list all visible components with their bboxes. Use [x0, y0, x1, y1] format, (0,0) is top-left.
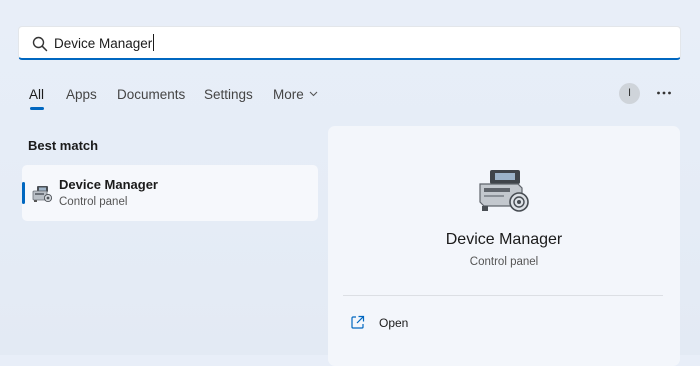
- ellipsis-icon[interactable]: [655, 84, 673, 102]
- result-subtitle: Control panel: [59, 196, 128, 208]
- tab-more[interactable]: More: [273, 87, 318, 102]
- search-input[interactable]: Device Manager: [54, 34, 155, 54]
- preview-subtitle: Control panel: [469, 256, 539, 268]
- best-match-result[interactable]: Device Manager Control panel: [22, 165, 318, 221]
- open-external-icon: [351, 315, 365, 329]
- active-tab-indicator: [30, 107, 44, 110]
- tab-apps[interactable]: Apps: [66, 87, 97, 102]
- result-title: Device Manager: [59, 177, 158, 192]
- open-action-label: Open: [379, 316, 409, 330]
- best-match-heading: Best match: [28, 138, 99, 153]
- account-avatar[interactable]: I: [619, 83, 640, 104]
- tab-documents[interactable]: Documents: [117, 87, 185, 102]
- selection-indicator: [22, 182, 25, 204]
- preview-title: Device Manager: [445, 231, 563, 248]
- tab-more-label: More: [273, 87, 304, 102]
- preview-pane: Device Manager Control panel Open: [328, 126, 680, 366]
- tab-all[interactable]: All: [29, 87, 44, 102]
- text-caret: [153, 34, 155, 51]
- search-icon: [32, 36, 48, 52]
- device-manager-large-icon: [479, 170, 529, 212]
- search-box[interactable]: Device Manager: [18, 26, 681, 60]
- tab-settings[interactable]: Settings: [204, 87, 253, 102]
- divider: [343, 295, 663, 296]
- filter-tabs: All Apps Documents Settings More: [0, 80, 700, 110]
- device-manager-icon: [32, 186, 53, 203]
- chevron-down-icon: [309, 91, 318, 97]
